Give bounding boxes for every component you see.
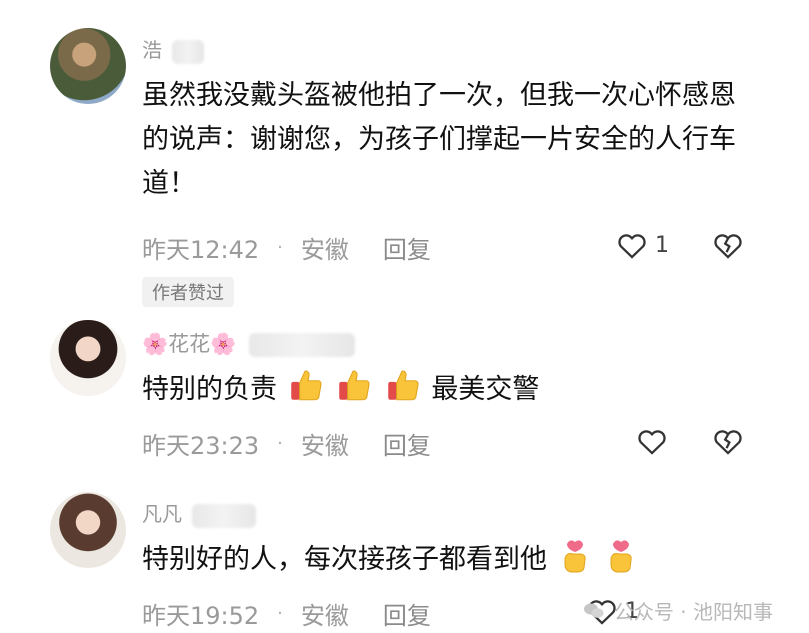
username[interactable]: 凡凡 <box>142 498 257 528</box>
like-button[interactable]: 1 <box>615 228 669 262</box>
timestamp: 昨天19:52 <box>142 602 260 630</box>
comment-text: 特别好的人，每次接孩子都看到他 <box>142 536 762 582</box>
heart-outline-icon[interactable] <box>635 424 669 458</box>
reply-button[interactable]: 回复 <box>383 596 431 631</box>
separator-dot: · <box>277 237 283 258</box>
wechat-icon <box>583 603 604 618</box>
username[interactable]: 🌸花花🌸 <box>142 328 355 358</box>
thumbs-up-emoji <box>339 370 370 401</box>
heart-outline-icon <box>618 234 646 259</box>
location: 安徽 <box>300 236 349 264</box>
blurred-name <box>248 333 355 357</box>
comment-text: 虽然我没戴头盔被他拍了一次，但我一次心怀感恩的说声：谢谢您，为孩子们撑起一片安全… <box>142 80 736 199</box>
avatar[interactable] <box>50 492 126 568</box>
reply-button[interactable]: 回复 <box>383 230 431 265</box>
timestamp: 昨天12:42 <box>142 236 260 264</box>
reply-button[interactable]: 回复 <box>383 426 431 461</box>
blurred-name <box>172 39 205 64</box>
username[interactable]: 浩 <box>142 34 205 64</box>
comment-actions: 1 <box>615 228 745 262</box>
comment-meta: 昨天19:52 · 安徽 回复 <box>142 596 431 631</box>
broken-heart-icon[interactable] <box>711 424 745 458</box>
separator-dot: · <box>277 433 283 454</box>
avatar[interactable] <box>50 320 126 396</box>
broken-heart-icon[interactable] <box>711 228 745 262</box>
comments-page: 浩 虽然我没戴头盔被他拍了一次，但我一次心怀感恩的说声：谢谢您，为孩子们撑起一片… <box>0 0 809 633</box>
blurred-name <box>192 503 257 528</box>
separator-dot: · <box>277 603 283 624</box>
author-liked-badge: 作者赞过 <box>142 277 234 307</box>
watermark: 公众号 · 池阳知事 <box>582 596 773 625</box>
location: 安徽 <box>300 602 349 630</box>
comment-meta: 昨天23:23 · 安徽 回复 <box>142 426 431 461</box>
comment-meta: 昨天12:42 · 安徽 回复 <box>142 230 431 265</box>
comment-text: 特别的负责 最美交警 <box>142 366 762 412</box>
timestamp: 昨天23:23 <box>142 432 260 460</box>
thumbs-up-emoji <box>388 370 419 401</box>
comment-actions <box>635 424 745 458</box>
location: 安徽 <box>300 432 349 460</box>
avatar[interactable] <box>50 28 126 104</box>
finger-heart-emoji <box>610 540 632 573</box>
finger-heart-emoji <box>564 540 586 573</box>
thumbs-up-emoji <box>290 370 322 401</box>
like-count: 1 <box>655 232 669 258</box>
